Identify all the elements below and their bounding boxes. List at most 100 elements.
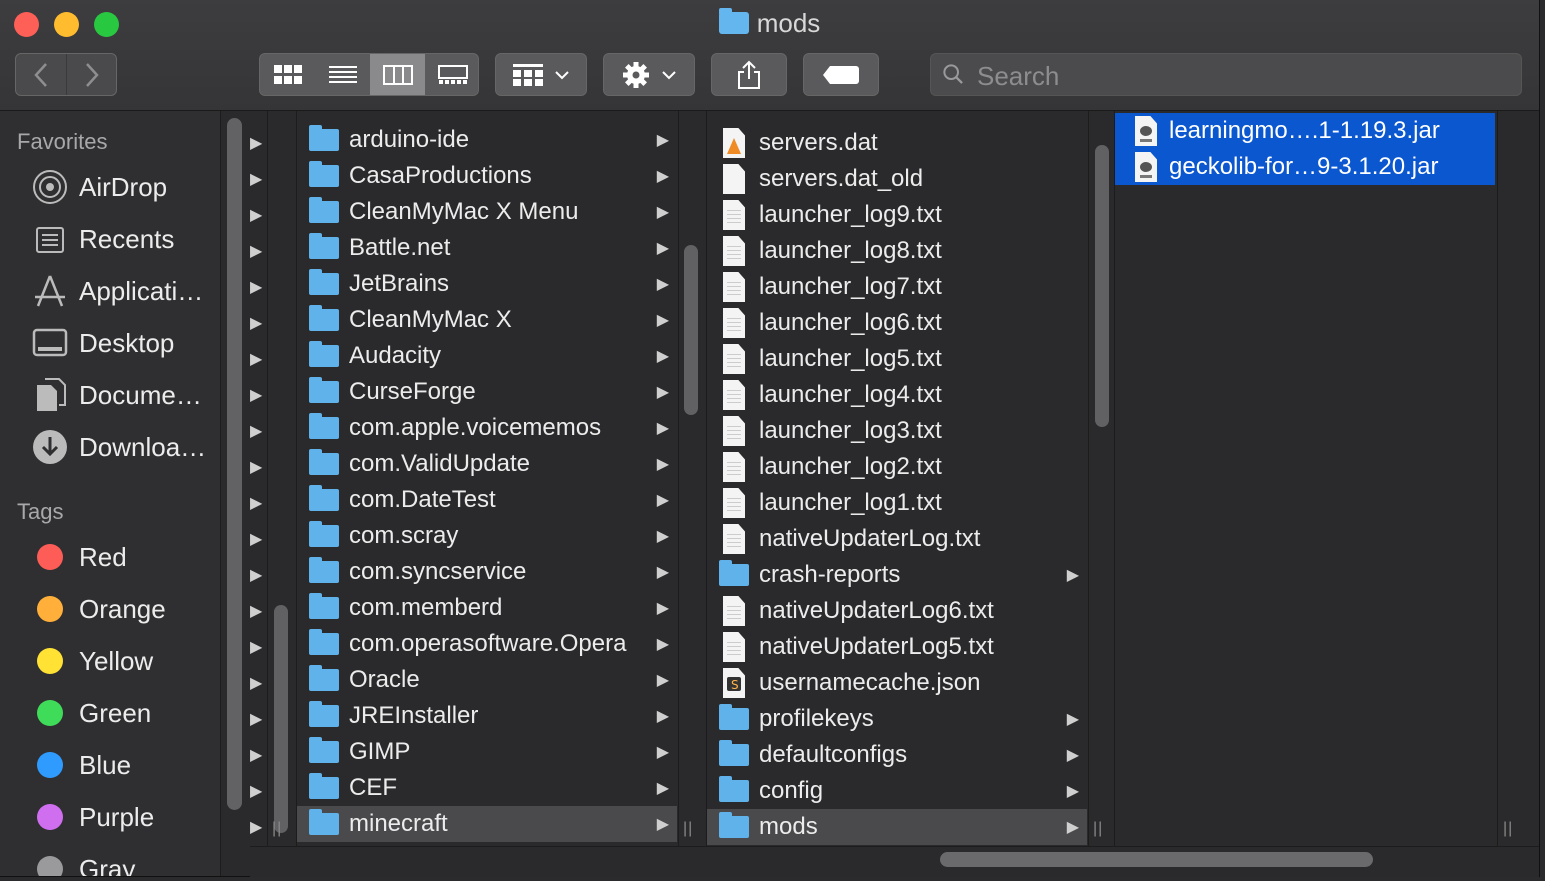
folder-row[interactable]: CasaProductions ▶ xyxy=(297,158,677,194)
share-button[interactable] xyxy=(711,53,787,96)
tag-dot-icon xyxy=(32,747,68,783)
sidebar-item-recents[interactable]: Recents xyxy=(32,219,174,259)
folder-row[interactable]: com.operasoftware.Opera ▶ xyxy=(297,626,677,662)
folder-row[interactable]: JetBrains ▶ xyxy=(297,266,677,302)
folder-row[interactable]: CurseForge ▶ xyxy=(297,374,677,410)
file-name: launcher_log7.txt xyxy=(759,273,942,300)
sidebar-tag-yellow[interactable]: Yellow xyxy=(32,641,153,681)
column-resize-handle[interactable]: || xyxy=(272,820,282,838)
horizontal-scrollbar[interactable] xyxy=(940,852,1373,867)
sidebar-item-airdrop[interactable]: AirDrop xyxy=(32,167,167,207)
folder-row[interactable]: com.ValidUpdate ▶ xyxy=(297,446,677,482)
folder-row[interactable]: Battle.net ▶ xyxy=(297,230,677,266)
folder-row[interactable]: config ▶ xyxy=(707,773,1087,809)
file-name: nativeUpdaterLog6.txt xyxy=(759,597,994,624)
folder-row[interactable]: com.scray ▶ xyxy=(297,518,677,554)
desktop-icon xyxy=(32,325,68,361)
sidebar-item-documents[interactable]: Docume… xyxy=(32,375,202,415)
file-row[interactable]: Susernamecache.json xyxy=(707,665,1087,701)
forward-button[interactable] xyxy=(67,54,117,95)
file-row[interactable]: launcher_log9.txt xyxy=(707,197,1087,233)
file-row[interactable]: launcher_log1.txt xyxy=(707,485,1087,521)
jar-file-row[interactable]: geckolib-for…9-3.1.20.jar xyxy=(1115,149,1495,185)
text-file-icon xyxy=(723,272,745,302)
file-row[interactable]: launcher_log2.txt xyxy=(707,449,1087,485)
edit-tags-button[interactable] xyxy=(803,53,879,96)
disclosure-arrow-icon: ▶ xyxy=(250,531,263,548)
folder-row[interactable]: crash-reports ▶ xyxy=(707,557,1087,593)
folder-row[interactable]: com.syncservice ▶ xyxy=(297,554,677,590)
sidebar-item-downloads[interactable]: Downloa… xyxy=(32,427,206,467)
folder-icon xyxy=(309,665,339,691)
column-view-button[interactable] xyxy=(370,54,425,95)
sidebar-tag-gray[interactable]: Gray xyxy=(32,849,135,876)
folder-row[interactable]: arduino-ide ▶ xyxy=(297,122,677,158)
sidebar-tag-red[interactable]: Red xyxy=(32,537,127,577)
file-name: launcher_log1.txt xyxy=(759,489,942,516)
file-row[interactable]: launcher_log5.txt xyxy=(707,341,1087,377)
sidebar-item-applications[interactable]: Applicati… xyxy=(32,271,203,311)
icon-view-button[interactable] xyxy=(260,54,315,95)
column-3-scrollbar[interactable] xyxy=(1095,145,1109,427)
disclosure-arrow-icon: ▶ xyxy=(250,387,263,404)
jar-file-row[interactable]: learningmo….1-1.19.3.jar xyxy=(1115,113,1495,149)
file-row[interactable]: launcher_log8.txt xyxy=(707,233,1087,269)
column-divider xyxy=(267,111,268,846)
sidebar-item-desktop[interactable]: Desktop xyxy=(32,323,174,363)
back-button[interactable] xyxy=(16,54,67,95)
folder-row[interactable]: com.memberd ▶ xyxy=(297,590,677,626)
file-name: defaultconfigs xyxy=(759,741,908,768)
sidebar-tag-purple[interactable]: Purple xyxy=(32,797,154,837)
folder-row[interactable]: CleanMyMac X ▶ xyxy=(297,302,677,338)
file-row[interactable]: launcher_log4.txt xyxy=(707,377,1087,413)
folder-row[interactable]: profilekeys ▶ xyxy=(707,701,1087,737)
sidebar-tag-green[interactable]: Green xyxy=(32,693,151,733)
file-row[interactable]: nativeUpdaterLog5.txt xyxy=(707,629,1087,665)
file-row[interactable]: nativeUpdaterLog.txt xyxy=(707,521,1087,557)
column-resize-handle[interactable]: || xyxy=(683,820,693,838)
disclosure-arrow-icon: ▶ xyxy=(656,528,669,545)
search-field[interactable]: Search xyxy=(930,53,1522,96)
folder-row[interactable]: mods ▶ xyxy=(707,809,1087,845)
action-menu-button[interactable] xyxy=(603,53,695,96)
disclosure-arrow-icon: ▶ xyxy=(656,456,669,473)
folder-row[interactable]: CEF ▶ xyxy=(297,770,677,806)
folder-row[interactable]: defaultconfigs ▶ xyxy=(707,737,1087,773)
folder-row[interactable]: com.apple.voicememos ▶ xyxy=(297,410,677,446)
column-resize-handle[interactable]: || xyxy=(1503,820,1513,838)
sidebar-tag-blue[interactable]: Blue xyxy=(32,745,131,785)
file-row[interactable]: servers.dat_old xyxy=(707,161,1087,197)
disclosure-arrow-icon: ▶ xyxy=(656,204,669,221)
file-row[interactable]: launcher_log6.txt xyxy=(707,305,1087,341)
file-name: launcher_log4.txt xyxy=(759,381,942,408)
list-view-button[interactable] xyxy=(315,54,370,95)
column-resize-handle[interactable]: || xyxy=(1093,820,1103,838)
folder-row[interactable]: minecraft ▶ xyxy=(297,806,677,842)
group-by-button[interactable] xyxy=(495,53,587,96)
folder-row[interactable]: Audacity ▶ xyxy=(297,338,677,374)
folder-row[interactable]: com.DateTest ▶ xyxy=(297,482,677,518)
disclosure-arrow-icon: ▶ xyxy=(656,384,669,401)
file-row[interactable]: launcher_log7.txt xyxy=(707,269,1087,305)
file-row[interactable]: servers.dat xyxy=(707,125,1087,161)
sidebar-tag-orange[interactable]: Orange xyxy=(32,589,166,629)
disclosure-arrow-icon: ▶ xyxy=(250,171,263,188)
column-2-scrollbar[interactable] xyxy=(684,245,698,415)
sidebar-scrollbar[interactable] xyxy=(227,118,242,810)
gallery-view-button[interactable] xyxy=(425,54,478,95)
file-row[interactable]: nativeUpdaterLog6.txt xyxy=(707,593,1087,629)
folder-row[interactable]: GIMP ▶ xyxy=(297,734,677,770)
column-1-scrollbar[interactable] xyxy=(274,605,288,833)
folder-row[interactable]: CleanMyMac X Menu ▶ xyxy=(297,194,677,230)
chevron-right-icon xyxy=(86,62,99,87)
columns-icon xyxy=(382,64,413,85)
folder-row[interactable]: JREInstaller ▶ xyxy=(297,698,677,734)
folder-row[interactable]: Oracle ▶ xyxy=(297,662,677,698)
folder-icon xyxy=(309,557,339,583)
tags-header: Tags xyxy=(17,499,64,524)
folder-name: CurseForge xyxy=(349,378,476,405)
disclosure-arrow-icon: ▶ xyxy=(656,132,669,149)
file-row[interactable]: launcher_log3.txt xyxy=(707,413,1087,449)
downloads-icon xyxy=(32,429,68,465)
back-forward-group xyxy=(15,53,117,96)
